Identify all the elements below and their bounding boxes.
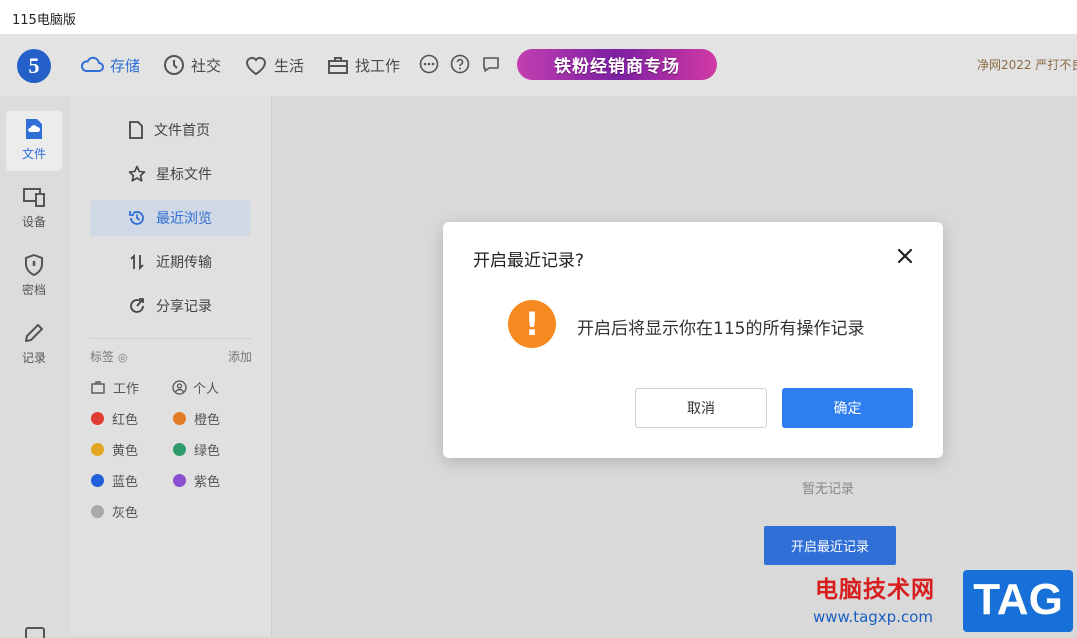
- enable-recent-button[interactable]: 开启最近记录: [764, 526, 896, 565]
- tag-purple-dot: [173, 474, 186, 487]
- nav-jobs[interactable]: 找工作: [327, 52, 400, 78]
- window-titlebar: 115电脑版: [0, 0, 1077, 34]
- briefcase-icon: [91, 381, 105, 394]
- rail-item-files[interactable]: 文件: [6, 111, 62, 171]
- tag-yellow[interactable]: 黄色: [91, 440, 138, 459]
- tag-orange[interactable]: 橙色: [173, 409, 220, 428]
- sidebar-item-home[interactable]: 文件首页: [90, 112, 250, 148]
- notice-text[interactable]: 净网2022 严打不良: [977, 56, 1077, 73]
- tag-red[interactable]: 红色: [91, 409, 138, 428]
- tag-green-dot: [173, 443, 186, 456]
- tag-yellow-label: 黄色: [112, 444, 139, 459]
- tag-gray[interactable]: 灰色: [91, 502, 138, 521]
- tag-red-dot: [91, 412, 104, 425]
- person-icon: [172, 380, 187, 395]
- file-icon: [129, 121, 143, 139]
- dialog-title: 开启最近记录?: [473, 251, 585, 271]
- nav-storage[interactable]: 存储: [80, 52, 140, 78]
- tag-red-label: 红色: [112, 413, 139, 428]
- sidebar-item-starred[interactable]: 星标文件: [90, 156, 250, 192]
- tag-green[interactable]: 绿色: [173, 440, 220, 459]
- nav-life-label: 生活: [274, 56, 305, 75]
- share-icon: [130, 298, 144, 313]
- rail-item-vault-label: 密档: [21, 283, 46, 297]
- tag-blue[interactable]: 蓝色: [91, 471, 138, 490]
- devices-icon: [23, 188, 45, 207]
- close-icon[interactable]: [895, 246, 915, 266]
- tag-personal[interactable]: 个人: [172, 378, 219, 397]
- tag-work[interactable]: 工作: [91, 378, 139, 397]
- sidebar-item-transfer-label: 近期传输: [156, 255, 212, 271]
- more-icon[interactable]: [419, 54, 439, 74]
- top-navigation: 5 存储 社交 生活 找工作 铁粉经销商专场 净网2022 严打不良: [0, 34, 1077, 96]
- file-cloud-icon: [26, 119, 42, 139]
- rail-item-devices-label: 设备: [21, 215, 46, 229]
- rail-item-files-label: 文件: [21, 147, 46, 161]
- watermark-title: 电脑技术网: [815, 577, 935, 603]
- sidebar-item-home-label: 文件首页: [154, 123, 210, 139]
- tag-yellow-dot: [91, 443, 104, 456]
- tag-purple-label: 紫色: [194, 475, 221, 490]
- briefcase-icon: [328, 57, 348, 74]
- sidebar-item-starred-label: 星标文件: [156, 167, 212, 183]
- nav-social-label: 社交: [191, 56, 222, 75]
- left-rail: 文件 设备 密档 记录: [0, 96, 70, 638]
- cloud-icon: [80, 56, 104, 72]
- message-icon[interactable]: [481, 54, 501, 74]
- tag-gray-label: 灰色: [112, 506, 139, 521]
- shield-icon: [25, 253, 43, 277]
- tags-header-label: 标签: [90, 350, 115, 364]
- tag-gray-dot: [91, 505, 104, 518]
- star-icon: [128, 165, 146, 182]
- watermark-url: www.tagxp.com: [813, 608, 933, 626]
- storage-icon[interactable]: [24, 626, 46, 638]
- history-icon: [129, 211, 144, 225]
- transfer-icon: [130, 253, 144, 271]
- sidebar-item-recent[interactable]: 最近浏览: [90, 200, 250, 236]
- sidebar-item-transfer[interactable]: 近期传输: [90, 244, 250, 280]
- tag-purple[interactable]: 紫色: [173, 471, 220, 490]
- dialog-message: 开启后将显示你在115的所有操作记录: [577, 319, 865, 339]
- confirm-dialog: 开启最近记录? ! 开启后将显示你在115的所有操作记录 取消 确定: [443, 222, 943, 458]
- tag-blue-dot: [91, 474, 104, 487]
- rail-item-notes-label: 记录: [21, 351, 46, 365]
- clock-icon: [164, 55, 184, 75]
- tags-add-link[interactable]: 添加: [228, 348, 252, 365]
- nav-jobs-label: 找工作: [355, 56, 401, 75]
- tag-orange-dot: [173, 412, 186, 425]
- tag-personal-label: 个人: [193, 382, 220, 397]
- tag-blue-label: 蓝色: [112, 475, 139, 490]
- window-title: 115电脑版: [12, 13, 76, 28]
- sidebar-item-share[interactable]: 分享记录: [90, 288, 250, 324]
- app-logo[interactable]: 5: [17, 49, 51, 83]
- help-icon[interactable]: [450, 54, 470, 74]
- rail-item-vault[interactable]: 密档: [6, 247, 62, 307]
- rail-item-devices[interactable]: 设备: [6, 179, 62, 239]
- divider: [90, 338, 252, 339]
- pencil-icon: [25, 324, 43, 342]
- promo-banner[interactable]: 铁粉经销商专场: [517, 49, 717, 80]
- warning-icon: !: [508, 300, 556, 348]
- watermark-tag-logo: TAG: [963, 570, 1073, 632]
- heart-icon: [245, 56, 267, 76]
- cancel-button[interactable]: 取消: [635, 388, 767, 428]
- nav-life[interactable]: 生活: [244, 52, 304, 78]
- sidebar-item-share-label: 分享记录: [156, 299, 212, 315]
- nav-storage-label: 存储: [110, 56, 141, 75]
- tag-orange-label: 橙色: [194, 413, 221, 428]
- site-watermark: 电脑技术网 www.tagxp.com TAG: [805, 568, 1077, 636]
- tags-header: 标签 ◎ 添加: [90, 348, 252, 365]
- rail-item-notes[interactable]: 记录: [6, 315, 62, 375]
- sidebar: 文件首页 星标文件 最近浏览 近期传输 分享记录 标签 ◎ 添加 工作 个人 红…: [70, 96, 272, 636]
- sidebar-item-recent-label: 最近浏览: [156, 211, 212, 227]
- empty-state-text: 暂无记录: [802, 482, 855, 497]
- tag-work-label: 工作: [113, 382, 140, 397]
- confirm-button[interactable]: 确定: [782, 388, 913, 428]
- eye-icon[interactable]: ◎: [118, 351, 128, 364]
- nav-social[interactable]: 社交: [163, 52, 221, 78]
- tag-green-label: 绿色: [194, 444, 221, 459]
